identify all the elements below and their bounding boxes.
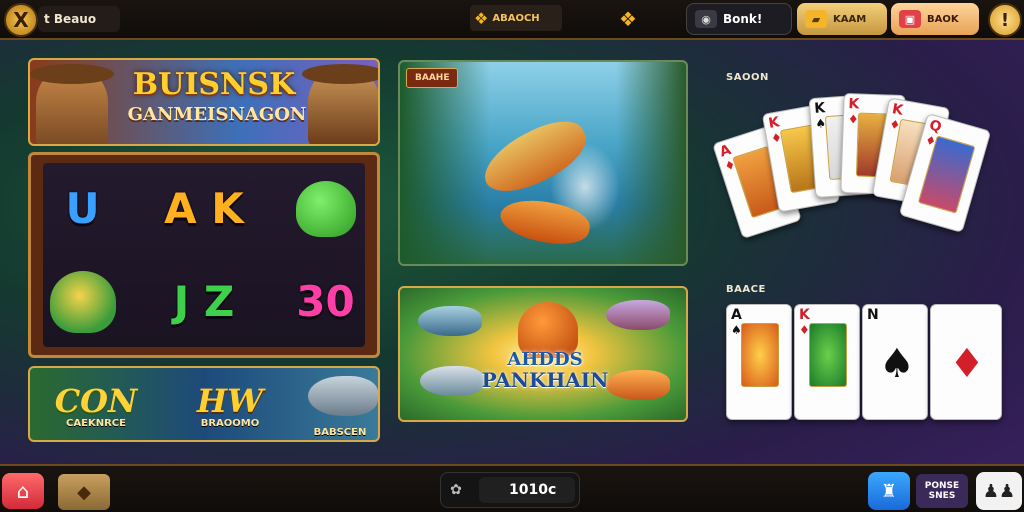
dragon-icon — [49, 270, 116, 333]
hand-label: SAOON — [726, 72, 769, 83]
panel-tag: BAAHE — [406, 68, 459, 88]
gift-icon: ▣ — [899, 10, 921, 28]
gem-icon: ❖ — [474, 8, 489, 28]
playing-card[interactable]: K ♦ — [794, 304, 860, 420]
foliage — [400, 62, 490, 264]
hand-label: BAACE — [726, 284, 766, 295]
slot-symbol-dragon — [286, 163, 365, 254]
foliage — [616, 62, 686, 264]
fish-game-title: AHDDS PANKHAIN — [481, 349, 609, 392]
card-art — [809, 323, 847, 387]
playing-card[interactable]: ♦ — [930, 304, 1002, 420]
slot-symbol: 30 — [296, 277, 355, 326]
home-icon: ⌂ — [16, 479, 30, 503]
gold-shop-button[interactable]: ▰ KAAM — [797, 3, 887, 35]
diamond-icon: ♦ — [949, 341, 985, 387]
dragon-icon — [295, 180, 356, 237]
game-banner-top[interactable]: BUISNSK GANMEISNAGON — [28, 58, 380, 146]
balance-pill[interactable]: ◉ Bonk! — [686, 3, 792, 35]
spade-icon: ♠ — [879, 341, 915, 387]
banner-item-hw[interactable]: HW BRAOOMO — [170, 368, 290, 440]
pouch-icon: ◆ — [77, 481, 91, 503]
explorer-character — [30, 64, 114, 144]
coin-balance[interactable]: ✿ 1010c — [440, 472, 580, 508]
gift-button[interactable]: ▣ BAOK — [891, 3, 979, 35]
lobby-title: ❖ ABAOCH — [470, 5, 562, 31]
shop-button[interactable]: ◆ — [58, 474, 110, 510]
card-art — [741, 323, 779, 387]
slot-machine[interactable]: U A K J Z 30 — [28, 152, 380, 358]
slot-symbol: U — [65, 184, 100, 233]
fish-icon — [606, 300, 670, 330]
banner-title: BUISNSK — [132, 67, 296, 102]
banner-subtitle: GANMEISNAGON — [127, 104, 307, 125]
coin-icon: ✿ — [450, 482, 462, 498]
castle-icon: ♜ — [880, 480, 898, 502]
game-banner-bottom[interactable]: CON CAEKNRCE HW BRAOOMO BABSCEN — [28, 366, 380, 442]
slot-reels: U A K J Z 30 — [43, 163, 365, 347]
fishing-game-panel[interactable]: BAAHE — [398, 60, 688, 266]
coin-value: 1010c — [479, 477, 575, 503]
slot-symbol: A K — [164, 184, 244, 233]
gold-bar-icon: ▰ — [805, 10, 827, 28]
slot-symbol-dragon — [43, 256, 122, 347]
logo-close-icon[interactable]: X — [4, 3, 38, 37]
fish-icon — [418, 306, 482, 336]
home-button[interactable]: ⌂ — [2, 473, 44, 509]
playing-card[interactable]: A ♠ — [726, 304, 792, 420]
promo-button[interactable]: PONSE SNES — [916, 474, 968, 508]
slot-symbol: J Z — [173, 277, 235, 326]
bag-icon: ◉ — [695, 10, 717, 28]
help-button[interactable]: ! — [988, 3, 1022, 37]
banner-item-fish[interactable]: BABSCEN — [300, 368, 378, 440]
brand-label: t Beauo — [38, 6, 120, 32]
playing-card[interactable]: N ♠ — [862, 304, 928, 420]
banner-item-con[interactable]: CON CAEKNRCE — [36, 368, 156, 440]
gem-icon[interactable]: ❖ — [619, 7, 637, 31]
friends-button[interactable]: ♟♟ — [976, 472, 1022, 510]
fish-hunter-panel[interactable]: AHDDS PANKHAIN — [398, 286, 688, 422]
people-icon: ♟♟ — [982, 480, 1016, 502]
bottom-bar: ⌂ ◆ ✿ 1010c ♜ PONSE SNES ♟♟ — [0, 464, 1024, 512]
castle-button[interactable]: ♜ — [868, 472, 910, 510]
top-bar: X t Beauo ❖ ABAOCH ❖ ◉ Bonk! ▰ KAAM ▣ BA… — [0, 0, 1024, 40]
